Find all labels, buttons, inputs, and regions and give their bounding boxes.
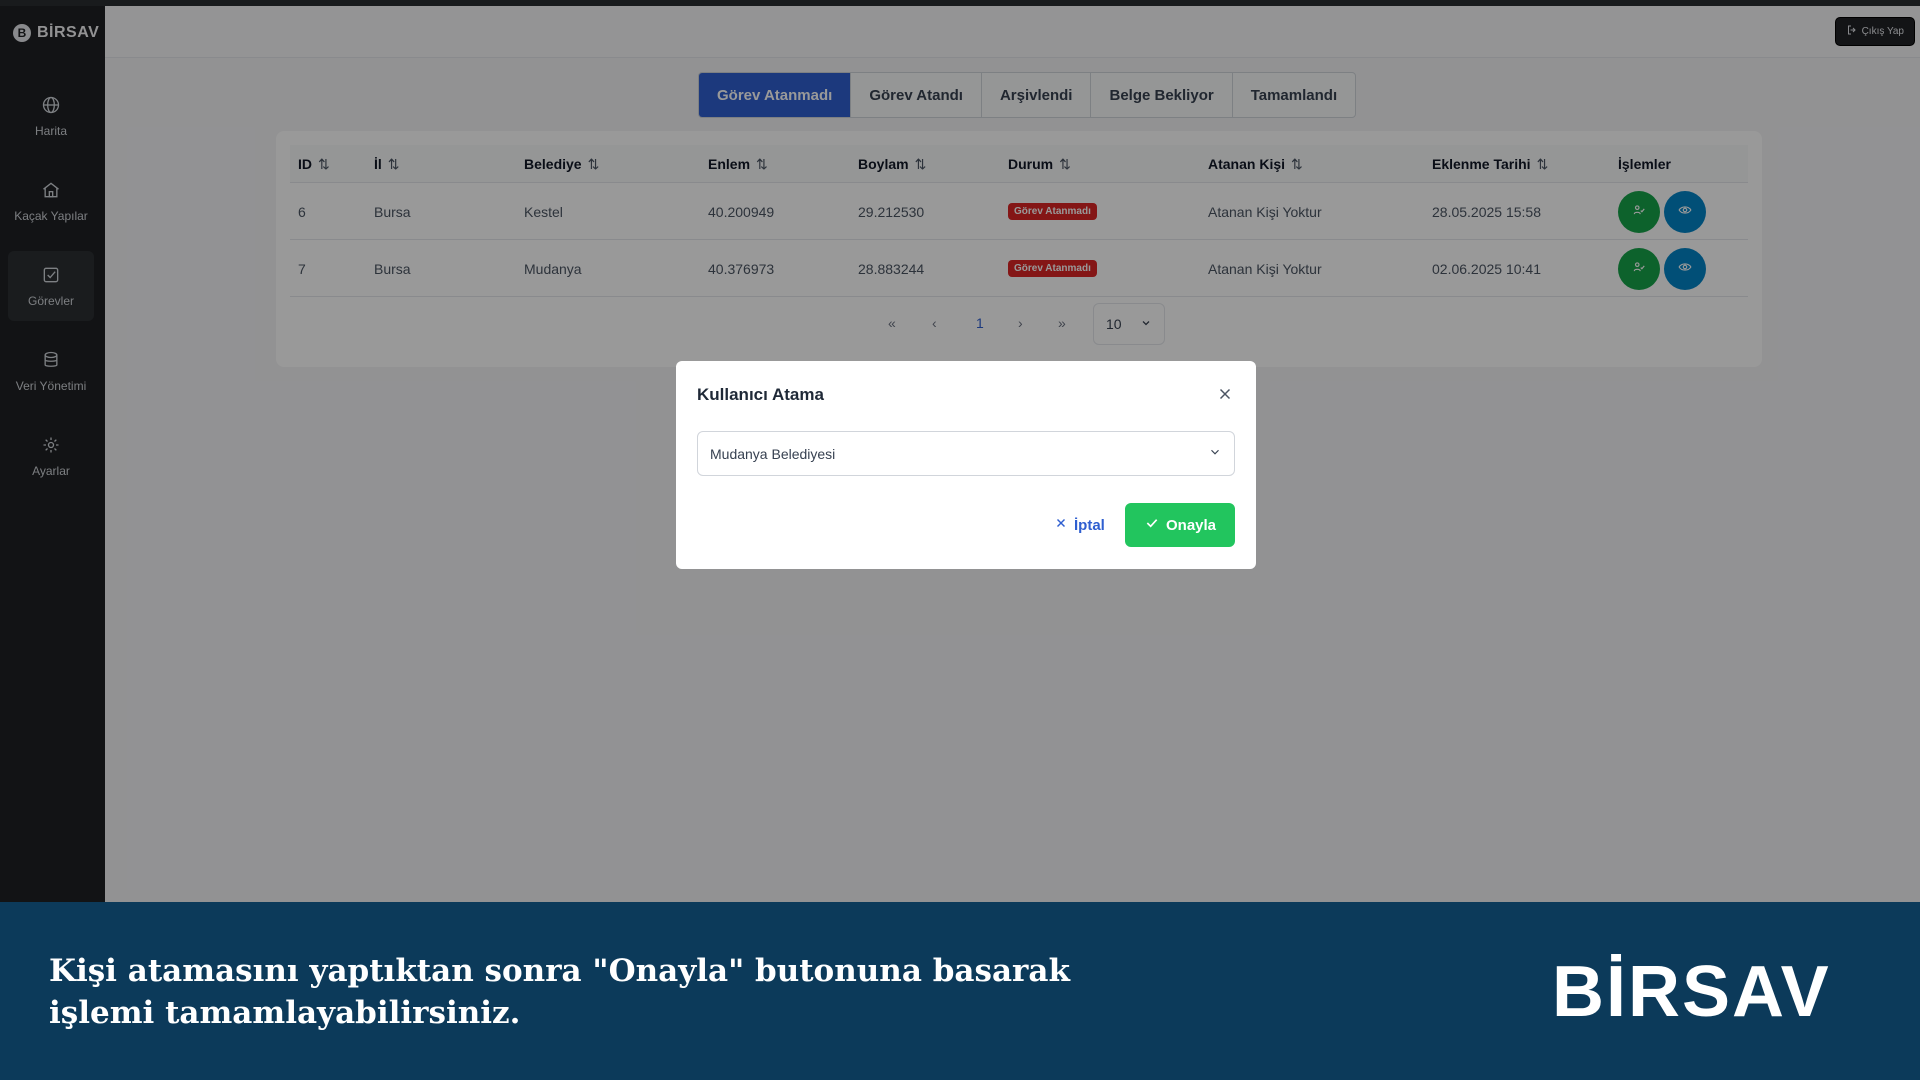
close-icon — [1054, 516, 1068, 534]
caption-text: Kişi atamasını yaptıktan sonra "Onayla" … — [49, 950, 1149, 1034]
app-window: B BİRSAV Harita Kaçak Yapılar Görevler V… — [0, 0, 1920, 902]
caption-line: işlemi tamamlayabilirsiniz. — [49, 995, 521, 1031]
selected-user-value: Mudanya Belediyesi — [710, 445, 836, 462]
cancel-button[interactable]: İptal — [1054, 503, 1105, 547]
chevron-down-icon — [1208, 445, 1222, 462]
assign-user-dialog: Kullanıcı Atama Mudanya Belediyesi İptal… — [676, 361, 1256, 569]
close-icon[interactable] — [1216, 385, 1234, 403]
confirm-button[interactable]: Onayla — [1125, 503, 1235, 547]
confirm-label: Onayla — [1165, 516, 1217, 534]
cancel-label: İptal — [1074, 516, 1105, 534]
check-icon — [1144, 515, 1160, 535]
user-select-dropdown[interactable]: Mudanya Belediyesi — [697, 431, 1235, 476]
banner-logo: BİRSAV — [1552, 952, 1831, 1032]
caption-line: Kişi atamasını yaptıktan sonra "Onayla" … — [49, 953, 1070, 989]
dialog-title: Kullanıcı Atama — [697, 385, 824, 404]
caption-banner: Kişi atamasını yaptıktan sonra "Onayla" … — [0, 902, 1920, 1080]
